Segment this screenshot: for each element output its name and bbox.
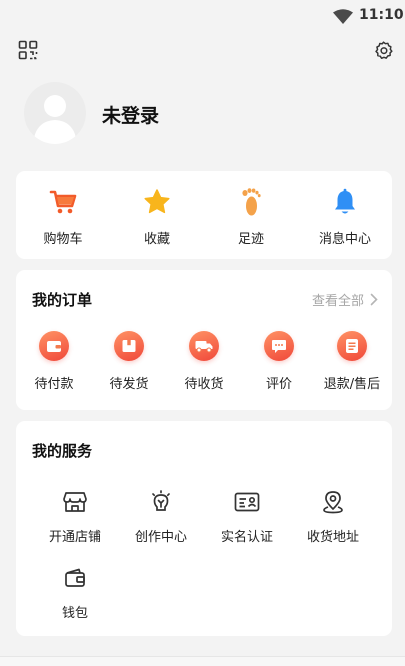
quick-action-cart[interactable]: 购物车 [23,187,103,247]
order-review[interactable]: 评价 [241,331,317,392]
shopping-cart-icon [48,187,78,217]
comment-icon [264,331,294,361]
lightbulb-icon [148,489,174,515]
package-icon [114,331,144,361]
quick-action-cart-label: 购物车 [43,232,83,247]
id-card-icon [234,489,260,515]
quick-action-favorites-label: 收藏 [143,232,170,247]
services-card: 我的服务 开通店铺 创作中心 实名认证 收货地址 钱包 [16,421,392,636]
wifi-icon [333,9,353,24]
quick-action-favorites[interactable]: 收藏 [117,187,197,247]
wallet-icon [39,331,69,361]
order-refund[interactable]: 退款/售后 [314,331,390,392]
order-refund-label: 退款/售后 [323,377,381,392]
service-open-store-label: 开通店铺 [48,530,101,545]
service-wallet-label: 钱包 [61,606,88,621]
service-creator-center-label: 创作中心 [134,530,187,545]
service-creator-center[interactable]: 创作中心 [118,489,204,545]
service-shipping-address-label: 收货地址 [306,530,359,545]
quick-action-footprint[interactable]: 足迹 [211,187,291,247]
status-bar: 11:10 [0,0,405,32]
quick-action-footprint-label: 足迹 [237,232,264,247]
orders-title: 我的订单 [32,291,93,309]
bottom-tab-bar-edge [0,656,405,666]
order-pending-payment-label: 待付款 [34,377,74,392]
status-time: 11:10 [359,7,404,23]
qr-code-icon[interactable] [16,38,40,62]
service-wallet[interactable]: 钱包 [32,565,118,621]
login-status-label[interactable]: 未登录 [102,101,159,128]
service-id-verification-label: 实名认证 [220,530,273,545]
service-shipping-address[interactable]: 收货地址 [290,489,376,545]
star-icon [142,187,172,217]
services-title: 我的服务 [32,442,93,460]
view-all-label: 查看全部 [311,294,364,309]
quick-action-messages-label: 消息中心 [318,232,371,247]
order-review-label: 评价 [265,377,292,392]
truck-icon [189,331,219,361]
view-all-orders-link[interactable]: 查看全部 [312,290,378,309]
store-icon [62,489,88,515]
default-avatar-icon [33,95,77,144]
footprint-icon [236,187,266,217]
bell-icon [330,187,360,217]
service-id-verification[interactable]: 实名认证 [204,489,290,545]
quick-actions-card: 购物车 收藏 足迹 消息中心 [16,171,392,259]
service-open-store[interactable]: 开通店铺 [32,489,118,545]
refund-icon [337,331,367,361]
order-pending-receipt[interactable]: 待收货 [166,331,242,392]
wallet-outline-icon [62,565,88,591]
order-pending-receipt-label: 待收货 [184,377,224,392]
chevron-right-icon [370,293,378,306]
order-pending-shipment[interactable]: 待发货 [91,331,167,392]
settings-icon[interactable] [371,38,395,62]
order-pending-shipment-label: 待发货 [109,377,149,392]
avatar[interactable] [24,82,86,144]
location-icon [320,489,346,515]
order-pending-payment[interactable]: 待付款 [16,331,92,392]
orders-card: 我的订单 查看全部 待付款 待发货 待收货 评价 退款/售后 [16,270,392,410]
quick-action-messages[interactable]: 消息中心 [305,187,385,247]
